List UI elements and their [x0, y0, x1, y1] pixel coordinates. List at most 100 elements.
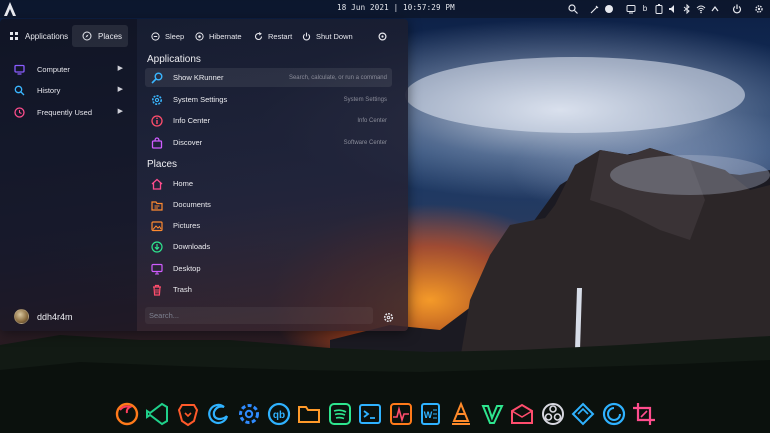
shut-down-label: Shut Down	[316, 31, 353, 41]
vlc-icon[interactable]	[448, 401, 474, 427]
svg-text:W: W	[424, 410, 433, 420]
vscode-icon[interactable]	[144, 401, 170, 427]
svg-text:qb: qb	[273, 410, 285, 421]
qbittorrent-icon[interactable]: qb	[266, 401, 292, 427]
terminal-icon[interactable]	[357, 401, 383, 427]
shutdown-icon	[302, 32, 311, 41]
app-item-info-center[interactable]: Info Center Info Center	[145, 111, 392, 130]
app-item-description: Info Center	[357, 117, 387, 124]
color-picker-icon[interactable]	[590, 4, 600, 14]
sleep-button[interactable]: Sleep	[151, 25, 184, 47]
crop-icon[interactable]	[631, 401, 657, 427]
search-icon[interactable]	[568, 4, 578, 14]
dock: qb W	[112, 397, 659, 431]
settings-icon	[151, 94, 163, 106]
documents-icon	[151, 199, 163, 211]
monitor-icon	[14, 64, 25, 75]
more-power-options-button[interactable]	[378, 25, 392, 47]
app-item-label: Info Center	[173, 116, 211, 125]
chevron-right-icon: ▶	[117, 65, 123, 72]
sidebar-item-label: History	[37, 85, 61, 95]
tab-places-label: Places	[98, 31, 123, 41]
app-item-description: System Settings	[343, 96, 387, 103]
hibernate-button[interactable]: Hibernate	[195, 25, 242, 47]
restart-button[interactable]: Restart	[254, 25, 292, 47]
app-item-label: Discover	[173, 138, 203, 147]
app-item-description: Search, calculate, or run a command	[288, 74, 387, 81]
menu-sidebar: Applications Places Computer ▶ History ▶	[0, 19, 137, 331]
trash-icon	[151, 284, 163, 296]
place-item-documents[interactable]: Documents	[145, 195, 392, 214]
sidebar-item-label: Frequently Used	[37, 107, 93, 117]
info-icon	[151, 114, 163, 127]
app-item-label: Show KRunner	[173, 73, 224, 82]
arch-launcher-icon[interactable]	[3, 1, 17, 17]
clock-icon	[14, 106, 25, 118]
volume-icon[interactable]	[668, 4, 678, 14]
shut-down-button[interactable]: Shut Down	[302, 25, 353, 47]
arrow-up-icon[interactable]	[710, 4, 720, 14]
edge-icon[interactable]	[205, 401, 231, 427]
panel-clock[interactable]: 18 Jun 2021 | 10:57:29 PM	[337, 3, 455, 12]
vim-icon[interactable]	[479, 401, 505, 427]
battery-icon[interactable]	[654, 4, 664, 14]
tab-places[interactable]: Places	[72, 25, 128, 47]
spotify-icon[interactable]	[327, 401, 353, 427]
grid-icon	[9, 31, 19, 41]
settings-icon	[378, 31, 387, 41]
hibernate-icon	[195, 31, 204, 41]
tab-applications-label: Applications	[25, 31, 69, 41]
place-item-home[interactable]: Home	[145, 174, 392, 193]
place-item-downloads[interactable]: Downloads	[145, 237, 392, 256]
bluetooth-icon[interactable]	[682, 4, 692, 14]
search-input[interactable]	[145, 307, 373, 324]
username: ddh4r4m	[37, 311, 73, 322]
tab-applications[interactable]: Applications	[4, 25, 72, 47]
brave-icon[interactable]	[175, 401, 201, 427]
place-item-label: Downloads	[173, 242, 211, 251]
clipboard-icon[interactable]	[626, 4, 636, 14]
wifi-icon[interactable]	[696, 4, 706, 14]
restart-label: Restart	[268, 31, 293, 41]
chevron-right-icon: ▶	[117, 108, 123, 115]
place-item-label: Trash	[173, 285, 192, 294]
applications-section-title: Applications	[147, 54, 201, 65]
app-item-description: Software Center	[343, 139, 387, 146]
app-item-system-settings[interactable]: System Settings System Settings	[145, 90, 392, 109]
sidebar-item-label: Computer	[37, 64, 70, 74]
place-item-trash[interactable]: Trash	[145, 280, 392, 299]
chevron-right-icon: ▶	[117, 86, 123, 93]
system-monitor-icon[interactable]	[388, 401, 414, 427]
discover-icon	[151, 136, 163, 149]
obs-icon[interactable]	[540, 401, 566, 427]
app-item-show-krunner[interactable]: Show KRunner Search, calculate, or run a…	[145, 68, 392, 87]
web-browser-icon[interactable]	[601, 401, 627, 427]
sidebar-item-history[interactable]: History ▶	[14, 81, 127, 99]
settings-icon[interactable]	[236, 401, 262, 427]
word-icon[interactable]: W	[418, 401, 444, 427]
files-icon[interactable]	[296, 401, 322, 427]
avatar	[14, 309, 29, 324]
toggle-icon[interactable]	[604, 4, 614, 14]
mail-icon[interactable]	[509, 401, 535, 427]
compass-icon	[82, 31, 92, 41]
deepin-icon[interactable]	[570, 401, 596, 427]
user-profile[interactable]: ddh4r4m	[14, 309, 73, 324]
firefox-icon[interactable]	[114, 401, 140, 427]
settings-icon[interactable]	[754, 4, 764, 14]
application-launcher-menu: Applications Places Computer ▶ History ▶	[0, 19, 408, 331]
place-item-label: Desktop	[173, 264, 201, 273]
sidebar-item-computer[interactable]: Computer ▶	[14, 60, 127, 78]
restart-icon	[254, 31, 263, 41]
app-item-discover[interactable]: Discover Software Center	[145, 133, 392, 152]
hibernate-label: Hibernate	[209, 31, 242, 41]
power-icon[interactable]	[732, 4, 742, 14]
menu-settings-icon[interactable]	[383, 310, 394, 323]
sleep-icon	[151, 31, 160, 41]
search-icon	[14, 85, 25, 96]
place-item-desktop[interactable]: Desktop	[145, 259, 392, 278]
b-icon[interactable]: b	[640, 4, 650, 14]
sidebar-item-frequently-used[interactable]: Frequently Used ▶	[14, 103, 127, 121]
place-item-pictures[interactable]: Pictures	[145, 216, 392, 235]
home-icon	[151, 178, 163, 190]
